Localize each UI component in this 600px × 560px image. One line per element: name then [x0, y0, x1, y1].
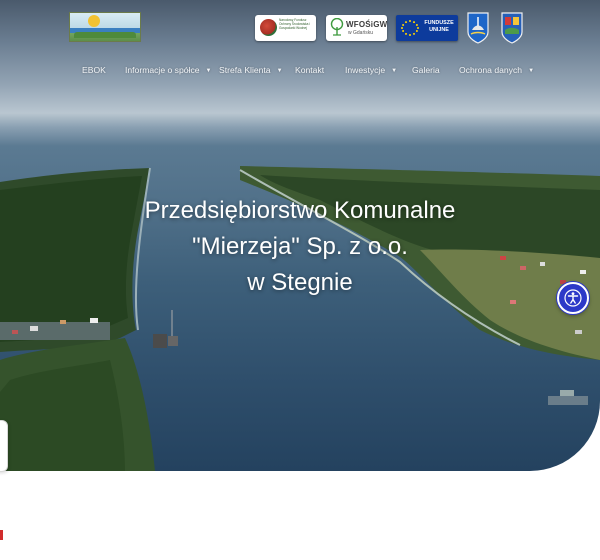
tree-icon — [330, 18, 344, 36]
nav-strefa-klienta[interactable]: Strefa Klienta ▼ — [219, 65, 283, 75]
coat-of-arms-icon[interactable] — [501, 12, 523, 44]
nav-galeria[interactable]: Galeria — [412, 65, 440, 75]
wfosigw-subtitle: w Gdańsku — [348, 30, 374, 36]
nav-ebok[interactable]: EBOK — [82, 65, 106, 75]
nfosigw-logo-icon — [260, 19, 277, 36]
nav-kontakt[interactable]: Kontakt — [295, 65, 324, 75]
hero-banner: Narodowy Fundusz Ochrony Środowiska i Go… — [0, 0, 600, 471]
nav-ochrona-danych[interactable]: Ochrona danych ▼ — [459, 65, 534, 75]
wfosigw-title: WFOŚiGW — [346, 20, 387, 29]
accessibility-icon — [564, 289, 582, 307]
nfosigw-badge[interactable]: Narodowy Fundusz Ochrony Środowiska i Go… — [255, 15, 316, 41]
nav-galeria-label: Galeria — [412, 65, 440, 75]
accessibility-button[interactable] — [557, 282, 589, 314]
nav-ebok-label: EBOK — [82, 65, 106, 75]
wfosigw-badge[interactable]: WFOŚiGW w Gdańsku — [326, 15, 387, 41]
hero-title: Przedsiębiorstwo Komunalne "Mierzeja" Sp… — [120, 193, 480, 301]
hero-title-line1: Przedsiębiorstwo Komunalne — [144, 197, 456, 224]
nav-inwestycje-label: Inwestycje — [345, 65, 386, 75]
nav-inwestycje[interactable]: Inwestycje ▼ — [345, 65, 397, 75]
nav-strefa-label: Strefa Klienta — [219, 65, 271, 75]
land-stripe — [74, 32, 136, 38]
edge-marker — [0, 530, 3, 540]
chevron-down-icon: ▼ — [391, 68, 398, 74]
eu-funds-text: FUNDUSZE UNIJNE — [422, 20, 456, 34]
nfosigw-text: Narodowy Fundusz Ochrony Środowiska i Go… — [279, 18, 311, 30]
main-nav: EBOK Informacje o spółce ▼ Strefa Klienta… — [0, 65, 600, 81]
eu-funds-badge[interactable]: FUNDUSZE UNIJNE — [396, 15, 458, 41]
chevron-down-icon: ▼ — [528, 68, 535, 74]
sun-icon — [88, 15, 100, 27]
chevron-down-icon: ▼ — [276, 68, 283, 74]
nav-ochrona-label: Ochrona danych — [459, 65, 523, 75]
mierzeja-logo[interactable] — [69, 12, 141, 42]
eu-funds-line2: UNIJNE — [429, 27, 449, 33]
chevron-down-icon: ▼ — [205, 68, 212, 74]
hero-title-line2: "Mierzeja" Sp. z o.o. — [192, 233, 408, 260]
nav-informacje[interactable]: Informacje o spółce ▼ — [125, 65, 211, 75]
coat-of-arms-icon[interactable] — [467, 12, 489, 44]
eu-funds-line1: FUNDUSZE — [424, 20, 454, 26]
eu-flag-icon — [399, 18, 421, 38]
nav-kontakt-label: Kontakt — [295, 65, 325, 75]
hero-title-line3: w Stegnie — [247, 269, 353, 296]
nav-informacje-label: Informacje o spółce — [125, 65, 200, 75]
side-widget-tab[interactable] — [0, 420, 8, 472]
